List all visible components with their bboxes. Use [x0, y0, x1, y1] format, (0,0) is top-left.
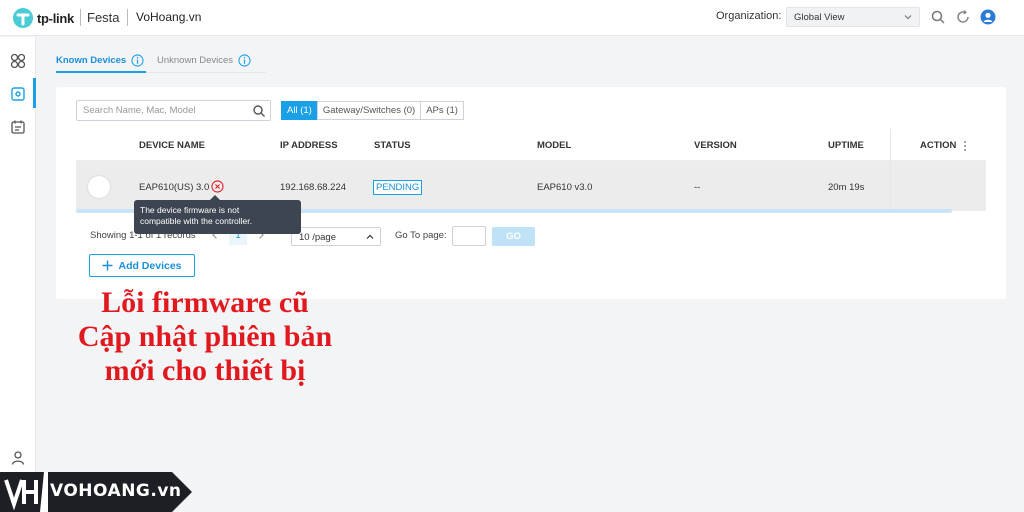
dashboard-icon[interactable] — [10, 53, 26, 69]
logs-icon[interactable] — [10, 119, 26, 135]
column-header-status[interactable]: STATUS — [374, 140, 411, 151]
goto-page-label: Go To page: — [395, 230, 447, 241]
tooltip-line: The device firmware is not — [140, 205, 240, 215]
column-header-model[interactable]: MODEL — [537, 140, 571, 151]
account-icon[interactable] — [10, 450, 26, 466]
status-badge: PENDING — [373, 180, 423, 195]
column-header-action: ACTION — [920, 140, 957, 151]
column-header-version[interactable]: VERSION — [694, 140, 737, 151]
page-size-select[interactable]: 10 /page — [291, 227, 381, 246]
active-tab-underline — [56, 71, 146, 73]
tab-unknown-devices[interactable]: Unknown Devices — [157, 54, 251, 67]
goto-page-input[interactable] — [452, 226, 486, 246]
tooltip-arrow — [210, 195, 220, 200]
organization-select[interactable]: Global View — [786, 7, 920, 27]
divider — [80, 9, 81, 26]
filter-all[interactable]: All (1) — [281, 101, 318, 120]
tooltip-line: compatible with the controller. — [140, 216, 252, 226]
tp-link-logo-icon — [13, 8, 33, 28]
user-avatar-icon[interactable] — [980, 9, 996, 25]
model-cell: EAP610 v3.0 — [537, 182, 593, 193]
error-icon[interactable] — [211, 180, 224, 193]
logo-text: tp-link — [37, 10, 74, 26]
divider — [127, 9, 128, 26]
info-icon[interactable] — [238, 54, 251, 67]
tp-link-logo[interactable]: tp-link — [12, 7, 74, 29]
caption-line: mới cho thiết bị — [104, 354, 306, 387]
chevron-down-icon — [904, 15, 912, 20]
search-box — [76, 100, 271, 121]
version-cell: -- — [694, 182, 701, 193]
column-header-device-name[interactable]: DEVICE NAME — [139, 140, 205, 151]
organization-label: Organization: — [716, 10, 782, 22]
tab-label: Unknown Devices — [157, 55, 234, 66]
tab-label: Known Devices — [56, 55, 127, 66]
tab-known-devices[interactable]: Known Devices — [56, 54, 144, 67]
info-icon[interactable] — [131, 54, 144, 67]
access-point-icon — [88, 176, 110, 198]
column-settings-icon[interactable] — [963, 140, 967, 152]
firmware-error-tooltip: The device firmware is not compatible wi… — [134, 195, 301, 234]
site-name[interactable]: VoHoang.vn — [136, 10, 201, 24]
watermark-text: VOHOANG.vn — [50, 481, 182, 501]
search-icon[interactable] — [930, 9, 946, 25]
overlay-caption: Lỗi firmware cũ Cập nhật phiên bản mới c… — [40, 286, 370, 388]
search-input[interactable] — [77, 101, 247, 120]
active-indicator — [33, 78, 36, 108]
go-button[interactable]: GO — [492, 227, 535, 246]
uptime-cell: 20m 19s — [828, 182, 865, 193]
caption-line: Lỗi firmware cũ — [101, 286, 309, 319]
devices-icon[interactable] — [10, 86, 26, 102]
add-devices-label: Add Devices — [118, 259, 182, 272]
action-column-divider — [890, 129, 891, 211]
devices-card: All (1) Gateway/Switches (0) APs (1) DEV… — [56, 87, 1006, 299]
top-bar: tp-link Festa VoHoang.vn Organization: G… — [0, 0, 1024, 36]
organization-value: Global View — [794, 12, 845, 23]
ip-address-cell: 192.168.68.224 — [280, 182, 347, 193]
sidebar — [0, 37, 36, 512]
search-icon[interactable] — [252, 104, 266, 118]
plus-icon — [102, 260, 113, 271]
device-type-filter: All (1) Gateway/Switches (0) APs (1) — [281, 101, 464, 120]
page-size-value: 10 /page — [299, 232, 336, 243]
column-header-uptime[interactable]: UPTIME — [828, 140, 864, 151]
refresh-icon[interactable] — [955, 9, 971, 25]
column-header-ip-address[interactable]: IP ADDRESS — [280, 140, 338, 151]
caption-line: Cập nhật phiên bản — [77, 320, 333, 353]
device-name-cell[interactable]: EAP610(US) 3.0 — [139, 182, 209, 193]
add-devices-button[interactable]: Add Devices — [89, 254, 195, 277]
filter-aps[interactable]: APs (1) — [420, 101, 464, 120]
brand-name: Festa — [87, 10, 120, 25]
chevron-down-icon — [366, 234, 374, 239]
filter-gateway-switches[interactable]: Gateway/Switches (0) — [316, 101, 422, 120]
